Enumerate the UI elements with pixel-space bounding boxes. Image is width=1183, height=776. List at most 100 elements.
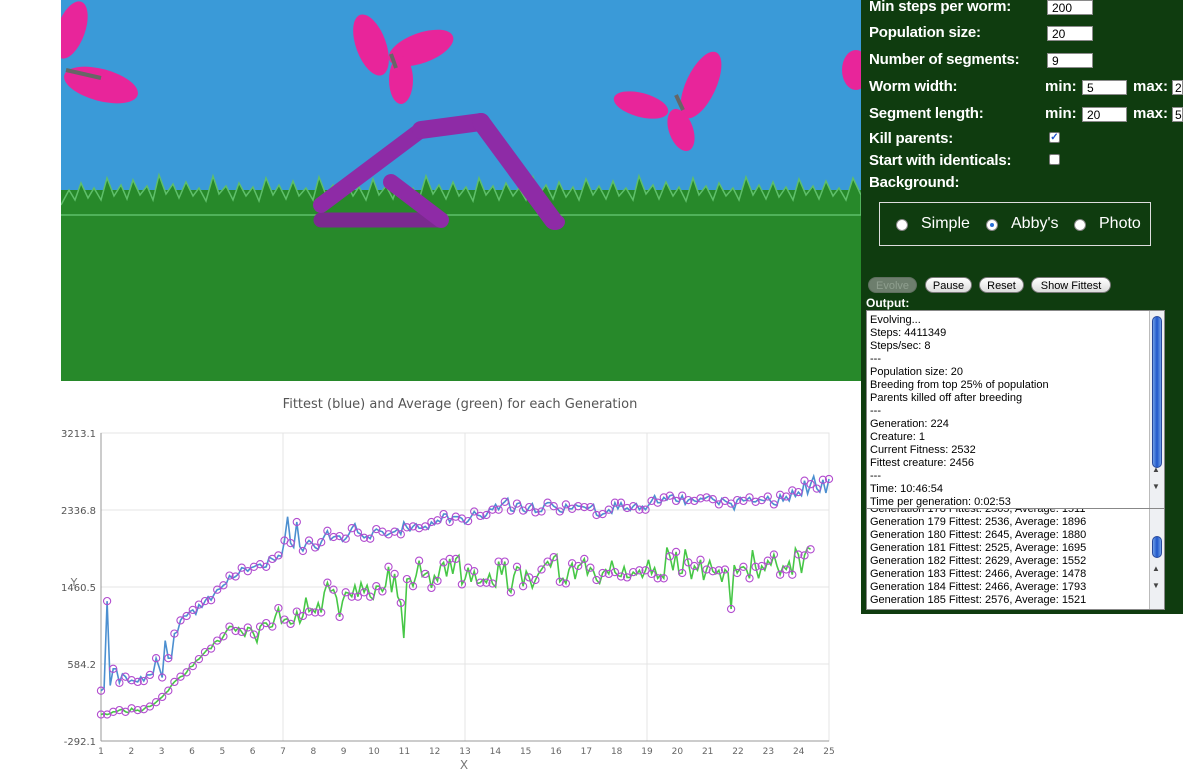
log-textarea[interactable]: Generation 178 Fittest: 2505, Average: 1… <box>866 508 1165 610</box>
identicals-checkbox[interactable] <box>1049 154 1060 165</box>
output-line: Population size: 20 <box>870 366 963 378</box>
y-axis-ticks: -292.1 584.2 1460.5 2336.8 3213.1 <box>61 429 96 748</box>
x-tick-label: 2 <box>128 747 134 757</box>
data-point-average <box>806 545 815 554</box>
segments-label: Number of segments: <box>869 51 1020 68</box>
chart-title: Fittest (blue) and Average (green) for e… <box>283 397 638 412</box>
identicals-label: Start with identicals: <box>869 152 1012 169</box>
log-line: Generation 182 Fittest: 2629, Average: 1… <box>870 555 1087 567</box>
population-input[interactable]: 20 <box>1047 26 1093 41</box>
output-line: Breeding from top 25% of population <box>870 379 1049 391</box>
min-steps-input[interactable]: 200 <box>1047 0 1093 15</box>
evolve-button[interactable]: Evolve <box>868 277 917 293</box>
segments-input[interactable]: 9 <box>1047 53 1093 68</box>
scroll-up-icon[interactable]: ▲ <box>1152 565 1160 573</box>
log-line: Generation 183 Fittest: 2466, Average: 1… <box>870 568 1087 580</box>
output-line: Parents killed off after breeding <box>870 392 1023 404</box>
output-line: --- <box>870 405 881 417</box>
x-tick-label: 7 <box>280 747 286 757</box>
worm-width-min-label: min: <box>1045 78 1077 95</box>
scroll-down-icon[interactable]: ▼ <box>1152 483 1160 491</box>
grass <box>61 190 861 381</box>
scrollbar-thumb[interactable] <box>1152 536 1162 558</box>
background-radio-group: Simple Abby's Photo <box>879 202 1151 246</box>
radio-abbys-label: Abby's <box>1011 215 1059 232</box>
output-line: Time: 10:46:54 <box>870 483 943 495</box>
x-axis-label: X <box>460 758 468 772</box>
x-tick-label: 6 <box>250 747 256 757</box>
x-tick-label: 19 <box>641 747 653 757</box>
x-tick-label: 3 <box>159 747 165 757</box>
output-label: Output: <box>866 296 910 310</box>
log-line: Generation 180 Fittest: 2645, Average: 1… <box>870 529 1087 541</box>
x-tick-label: 16 <box>550 747 562 757</box>
output-line: Evolving... <box>870 314 921 326</box>
segment-length-max-input[interactable]: 5 <box>1172 107 1183 122</box>
y-tick-label: 2336.8 <box>61 506 96 517</box>
simulation-canvas <box>61 0 861 381</box>
x-tick-label: 8 <box>310 747 316 757</box>
y-tick-label: 1460.5 <box>61 583 96 594</box>
x-tick-label: 20 <box>672 747 684 757</box>
x-tick-label: 25 <box>823 747 834 757</box>
y-tick-label: 3213.1 <box>61 429 96 440</box>
worm-width-max-input[interactable]: 2 <box>1172 80 1183 95</box>
radio-simple-label: Simple <box>921 215 970 232</box>
output-line: Creature: 1 <box>870 431 926 443</box>
output-line: --- <box>870 470 881 482</box>
worm-width-label: Worm width: <box>869 78 958 95</box>
x-tick-label: 6 <box>189 747 195 757</box>
x-tick-label: 18 <box>611 747 623 757</box>
fitness-chart: Fittest (blue) and Average (green) for e… <box>61 397 835 772</box>
segment-length-min-input[interactable]: 20 <box>1082 107 1127 122</box>
x-tick-label: 17 <box>581 747 592 757</box>
log-line: Generation 184 Fittest: 2466, Average: 1… <box>870 581 1087 593</box>
output-line: Current Fitness: 2532 <box>870 444 976 456</box>
x-tick-label: 23 <box>763 747 774 757</box>
output-textarea[interactable]: Evolving... Steps: 4411349 Steps/sec: 8 ---… <box>866 310 1165 509</box>
radio-simple[interactable] <box>896 219 908 231</box>
x-tick-label: 12 <box>429 747 440 757</box>
scroll-up-icon[interactable]: ▲ <box>1152 466 1160 474</box>
radio-photo-label: Photo <box>1099 215 1141 232</box>
output-line: --- <box>870 353 881 365</box>
output-line: Steps: 4411349 <box>870 327 947 339</box>
x-axis-ticks: 1 2 3 6 5 6 7 8 9 10 11 12 13 14 15 16 17 18 19 20 21 22 23 24 2… <box>98 747 835 757</box>
background-label: Background: <box>869 174 960 191</box>
output-line: Generation: 224 <box>870 418 949 430</box>
x-tick-label: 1 <box>98 747 104 757</box>
x-tick-label: 5 <box>219 747 225 757</box>
segment-length-min-label: min: <box>1045 105 1077 122</box>
reset-button[interactable]: Reset <box>979 277 1024 293</box>
output-line: Fittest creature: 2456 <box>870 457 974 469</box>
radio-abbys[interactable] <box>986 219 998 231</box>
scroll-down-icon[interactable]: ▼ <box>1152 582 1160 590</box>
y-axis-label: Y <box>70 576 78 589</box>
min-steps-label: Min steps per worm: <box>869 0 1012 15</box>
settings-panel: Min steps per worm: 200 Population size:… <box>861 0 1183 614</box>
x-tick-label: 14 <box>490 747 502 757</box>
log-line: Generation 179 Fittest: 2536, Average: 1… <box>870 516 1087 528</box>
x-tick-label: 21 <box>702 747 713 757</box>
worm-width-max-label: max: <box>1133 78 1169 95</box>
x-tick-label: 22 <box>732 747 743 757</box>
scrollbar-thumb[interactable] <box>1152 316 1162 468</box>
worm-width-min-input[interactable]: 5 <box>1082 80 1127 95</box>
y-tick-label: -292.1 <box>64 737 96 748</box>
radio-photo[interactable] <box>1074 219 1086 231</box>
segment-length-label: Segment length: <box>869 105 984 122</box>
kill-parents-checkbox[interactable]: ✓ <box>1049 132 1060 143</box>
x-tick-label: 9 <box>341 747 347 757</box>
population-label: Population size: <box>869 24 981 41</box>
x-tick-label: 11 <box>399 747 410 757</box>
kill-parents-label: Kill parents: <box>869 130 954 147</box>
show-fittest-button[interactable]: Show Fittest <box>1031 277 1111 293</box>
x-tick-label: 10 <box>368 747 380 757</box>
log-scrollbar[interactable]: ▲ ▼ <box>1149 509 1164 609</box>
log-line: Generation 178 Fittest: 2505, Average: 1… <box>870 508 1086 515</box>
pause-button[interactable]: Pause <box>925 277 972 293</box>
y-tick-label: 584.2 <box>67 660 96 671</box>
x-tick-label: 13 <box>459 747 470 757</box>
output-scrollbar[interactable]: ▲ ▼ <box>1149 311 1164 508</box>
segment-length-max-label: max: <box>1133 105 1169 122</box>
